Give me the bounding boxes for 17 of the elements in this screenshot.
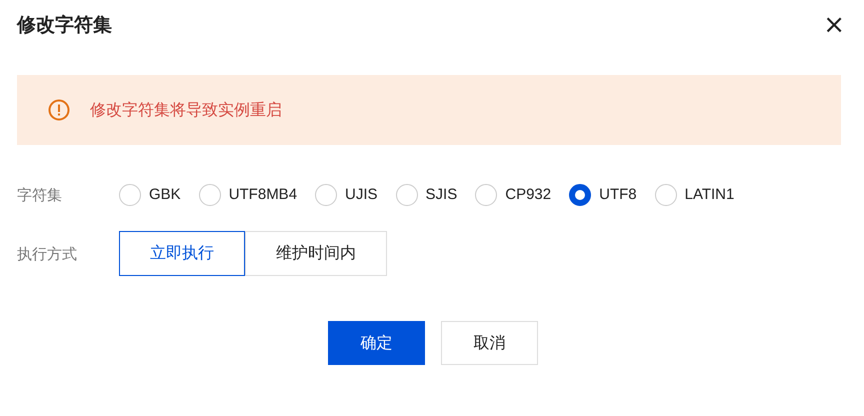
radio-option[interactable]: UTF8MB4 — [198, 183, 298, 207]
warning-icon — [48, 99, 70, 121]
cancel-button[interactable]: 取消 — [441, 321, 538, 365]
radio-option[interactable]: UJIS — [315, 183, 378, 207]
radio-option[interactable]: CP932 — [475, 183, 552, 207]
warning-message: 修改字符集将导致实例重启 — [90, 100, 282, 120]
radio-option[interactable]: SJIS — [396, 183, 458, 207]
close-button[interactable]: × — [823, 12, 845, 38]
mode-option[interactable]: 立即执行 — [119, 231, 245, 276]
charset-label: 字符集 — [17, 185, 63, 206]
mode-option[interactable]: 维护时间内 — [245, 231, 387, 276]
radio-option[interactable]: LATIN1 — [654, 183, 734, 207]
execution-label: 执行方式 — [17, 244, 78, 264]
dialog-title: 修改字符集 — [17, 13, 112, 38]
radio-option[interactable]: GBK — [119, 183, 181, 207]
confirm-button[interactable]: 确定 — [328, 321, 425, 365]
radio-option[interactable]: UTF8 — [569, 183, 637, 207]
